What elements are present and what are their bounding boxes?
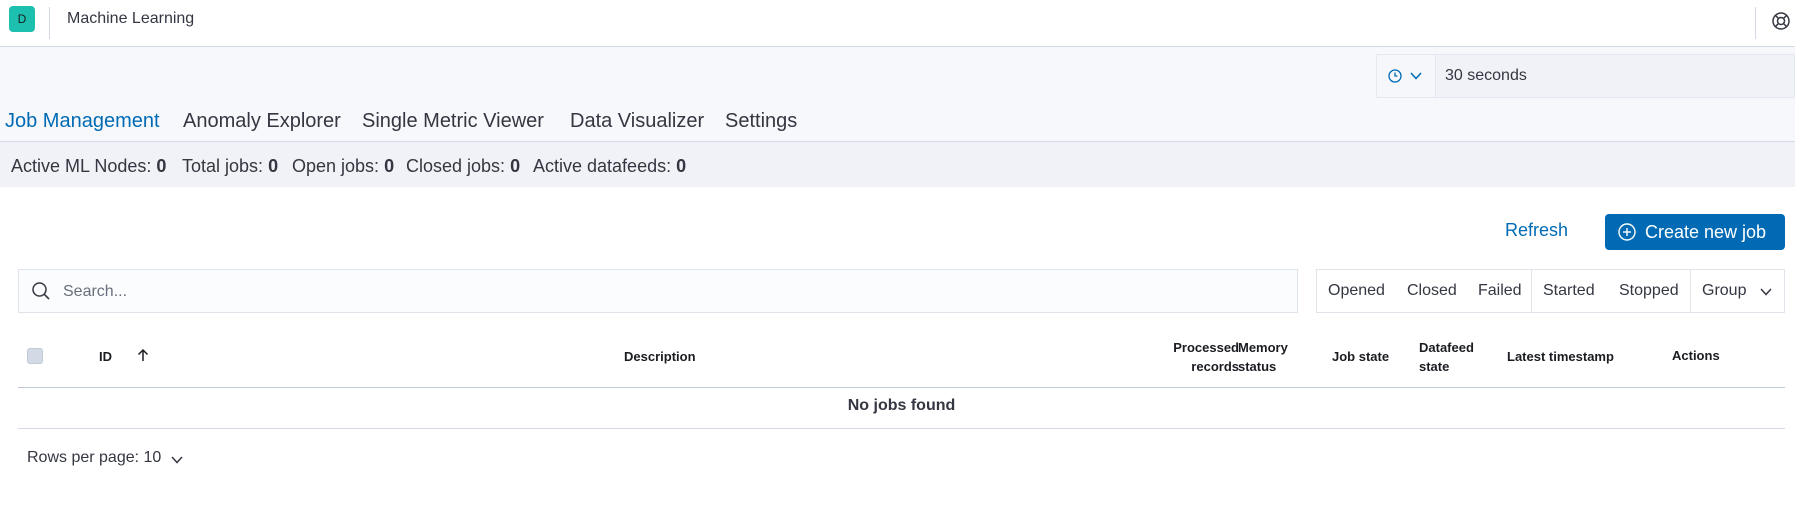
select-all-checkbox[interactable] xyxy=(27,348,43,364)
page-title: Machine Learning xyxy=(67,10,195,27)
refresh-button[interactable]: Refresh xyxy=(1505,220,1568,241)
filter-started-button[interactable]: Started xyxy=(1543,282,1595,300)
column-header-id[interactable]: ID xyxy=(99,347,112,366)
refresh-interval-toggle[interactable] xyxy=(1377,55,1436,97)
filter-opened-button[interactable]: Opened xyxy=(1328,282,1385,300)
jobs-table-header: ID Description Processed records Memory st… xyxy=(18,330,1785,388)
tab-single-metric-viewer[interactable]: Single Metric Viewer xyxy=(362,110,544,142)
filter-group-dropdown[interactable]: Group xyxy=(1702,282,1746,300)
search-bar xyxy=(18,269,1298,313)
filter-stopped-button[interactable]: Stopped xyxy=(1619,282,1679,300)
filter-divider xyxy=(1531,270,1532,312)
rows-per-page-button[interactable]: Rows per page: 10 xyxy=(27,449,161,467)
tab-settings[interactable]: Settings xyxy=(725,110,797,142)
tab-data-visualizer[interactable]: Data Visualizer xyxy=(570,110,704,142)
stat-closed-jobs: Closed jobs: 0 xyxy=(406,156,521,176)
refresh-interval-control: 30 seconds xyxy=(1376,54,1795,98)
create-new-job-label: Create new job xyxy=(1645,222,1767,242)
chevron-down-icon[interactable] xyxy=(170,453,184,467)
clock-icon xyxy=(1388,69,1402,83)
arrow-up-icon[interactable] xyxy=(136,348,150,362)
column-header-job-state[interactable]: Job state xyxy=(1332,347,1389,366)
chevron-down-icon xyxy=(1410,72,1422,80)
job-stats-bar: Active ML Nodes: 0 Total jobs: 0 Open jo… xyxy=(0,142,1795,187)
stat-active-datafeeds: Active datafeeds: 0 xyxy=(533,156,687,176)
stat-open-jobs: Open jobs: 0 xyxy=(292,156,395,176)
table-empty-row: No jobs found xyxy=(18,388,1785,429)
refresh-interval-value[interactable]: 30 seconds xyxy=(1445,67,1527,85)
search-input[interactable] xyxy=(61,276,1285,308)
plus-in-circle-icon xyxy=(1618,223,1636,241)
create-new-job-button[interactable]: Create new job xyxy=(1605,214,1785,250)
filter-closed-button[interactable]: Closed xyxy=(1407,282,1457,300)
column-header-datafeed-state[interactable]: Datafeed state xyxy=(1419,338,1474,376)
empty-message: No jobs found xyxy=(847,397,956,414)
tab-anomaly-explorer[interactable]: Anomaly Explorer xyxy=(183,110,341,142)
tab-job-management[interactable]: Job Management xyxy=(5,110,160,144)
chevron-down-icon[interactable] xyxy=(1759,285,1773,299)
column-header-processed-records[interactable]: Processed records xyxy=(1143,338,1239,376)
search-icon xyxy=(32,282,50,300)
help-icon[interactable] xyxy=(1770,10,1792,32)
column-header-description[interactable]: Description xyxy=(624,347,696,366)
header-divider xyxy=(49,7,50,39)
filter-failed-button[interactable]: Failed xyxy=(1478,282,1522,300)
column-header-actions: Actions xyxy=(1672,348,1720,363)
filter-divider xyxy=(1690,270,1691,312)
column-header-latest-timestamp[interactable]: Latest timestamp xyxy=(1507,347,1614,366)
column-header-memory-status[interactable]: Memory status xyxy=(1238,338,1288,376)
space-avatar[interactable]: D xyxy=(9,6,35,32)
stat-total-jobs: Total jobs: 0 xyxy=(182,156,279,176)
header-divider-right xyxy=(1755,7,1756,39)
job-filter-group: Opened Closed Failed Started Stopped Gro… xyxy=(1316,269,1785,313)
top-header-bar: D Machine Learning xyxy=(0,0,1795,47)
stat-active-ml-nodes: Active ML Nodes: 0 xyxy=(11,156,167,176)
